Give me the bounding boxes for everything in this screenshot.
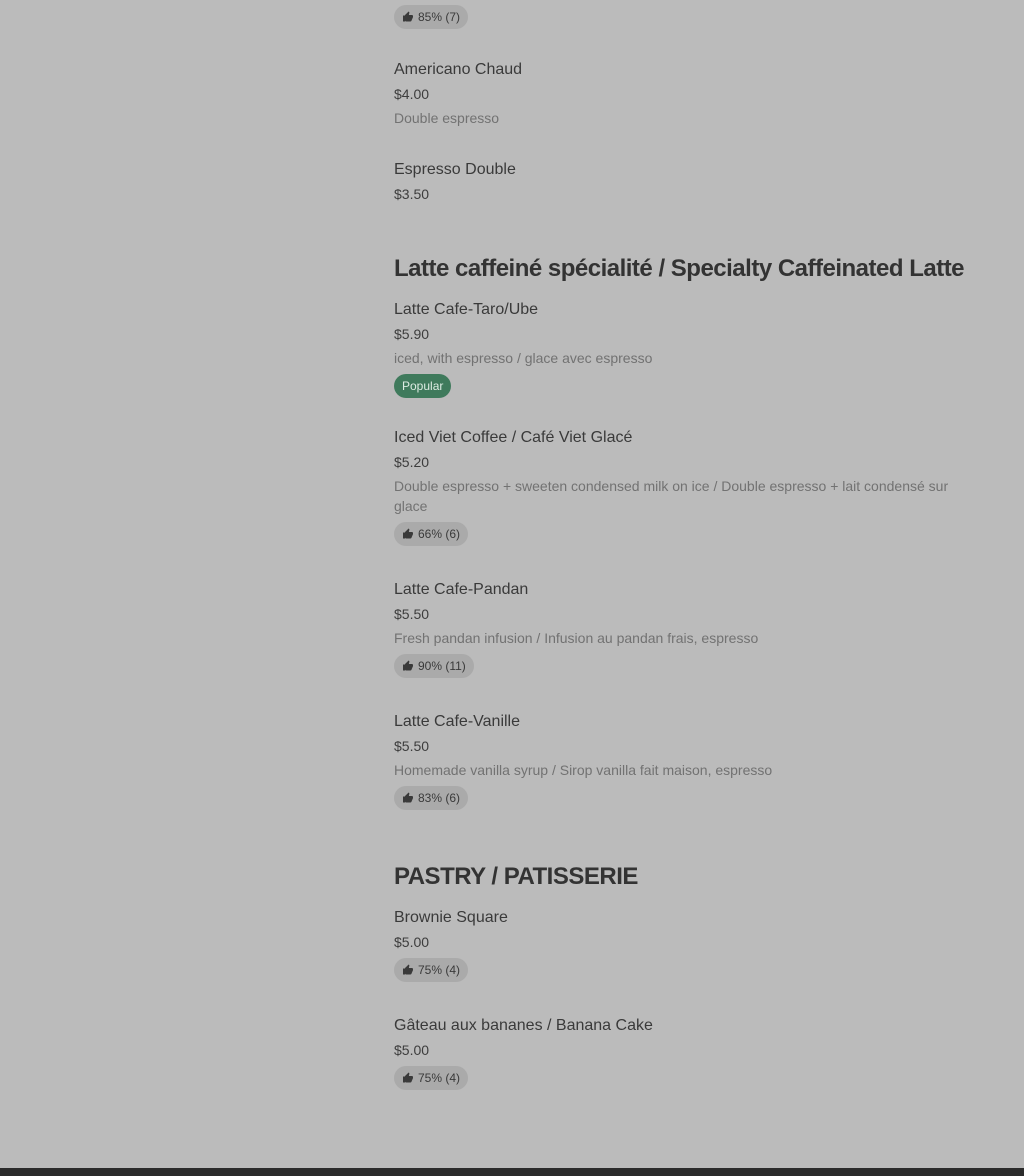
- item-name: Brownie Square: [394, 909, 508, 926]
- thumbs-up-icon: [402, 1072, 414, 1084]
- popular-badge: Popular: [394, 374, 452, 398]
- rating-badge: 75% (4): [394, 958, 469, 982]
- rating-text: 85% (7): [418, 10, 461, 24]
- item-description: Homemade vanilla syrup / Sirop vanilla f…: [394, 762, 773, 778]
- menu-item[interactable]: Americano Chaud $4.00 Double espresso: [394, 60, 984, 128]
- item-name: Latte Cafe-Pandan: [394, 581, 529, 598]
- rating-badge: 66% (6): [394, 522, 469, 546]
- item-price: $5.50: [394, 606, 430, 622]
- item-price: $3.50: [394, 186, 430, 202]
- item-name: Espresso Double: [394, 161, 516, 178]
- rating-badge: 83% (6): [394, 786, 469, 810]
- item-name: Latte Cafe-Taro/Ube: [394, 301, 539, 318]
- item-description: Double espresso: [394, 110, 500, 126]
- item-price: $5.50: [394, 738, 430, 754]
- menu-item[interactable]: Iced Viet Coffee / Café Viet Glacé $5.20…: [394, 428, 984, 546]
- footer-bar: [0, 1168, 1024, 1176]
- item-price: $5.90: [394, 326, 430, 342]
- item-price: $5.00: [394, 934, 430, 950]
- thumbs-up-icon: [402, 11, 414, 23]
- menu-item[interactable]: Latte Cafe-Vanille $5.50 Homemade vanill…: [394, 712, 984, 810]
- rating-text: 83% (6): [418, 791, 461, 805]
- item-price: $5.00: [394, 1042, 430, 1058]
- thumbs-up-icon: [402, 660, 414, 672]
- item-description: iced, with espresso / glace avec espress…: [394, 350, 653, 366]
- item-price: $5.20: [394, 454, 430, 470]
- item-description: Double espresso + sweeten condensed milk…: [394, 478, 949, 514]
- rating-badge: 75% (4): [394, 1066, 469, 1090]
- menu-item[interactable]: Latte Cafe-Pandan $5.50 Fresh pandan inf…: [394, 580, 984, 678]
- item-name: Iced Viet Coffee / Café Viet Glacé: [394, 429, 633, 446]
- thumbs-up-icon: [402, 964, 414, 976]
- section-title: Latte caffeiné spécialité / Specialty Ca…: [394, 255, 965, 282]
- rating-text: 75% (4): [418, 963, 461, 977]
- menu-item[interactable]: Espresso Double $3.50: [394, 160, 984, 204]
- item-name: Gâteau aux bananes / Banana Cake: [394, 1017, 653, 1034]
- menu-item[interactable]: Gâteau aux bananes / Banana Cake $5.00 7…: [394, 1016, 984, 1090]
- section-title: PASTRY / PATISSERIE: [394, 863, 638, 890]
- rating-text: 75% (4): [418, 1071, 461, 1085]
- rating-badge: 85% (7): [394, 5, 469, 29]
- item-name: Latte Cafe-Vanille: [394, 713, 520, 730]
- item-name: Americano Chaud: [394, 61, 523, 78]
- menu-item[interactable]: Latte Cafe-Taro/Ube $5.90 iced, with esp…: [394, 300, 984, 398]
- rating-text: 90% (11): [418, 659, 466, 673]
- menu-item[interactable]: Brownie Square $5.00 75% (4): [394, 908, 984, 982]
- thumbs-up-icon: [402, 528, 414, 540]
- thumbs-up-icon: [402, 792, 414, 804]
- rating-badge: 90% (11): [394, 654, 474, 678]
- item-price: $4.00: [394, 86, 430, 102]
- rating-text: 66% (6): [418, 527, 461, 541]
- item-description: Fresh pandan infusion / Infusion au pand…: [394, 630, 759, 646]
